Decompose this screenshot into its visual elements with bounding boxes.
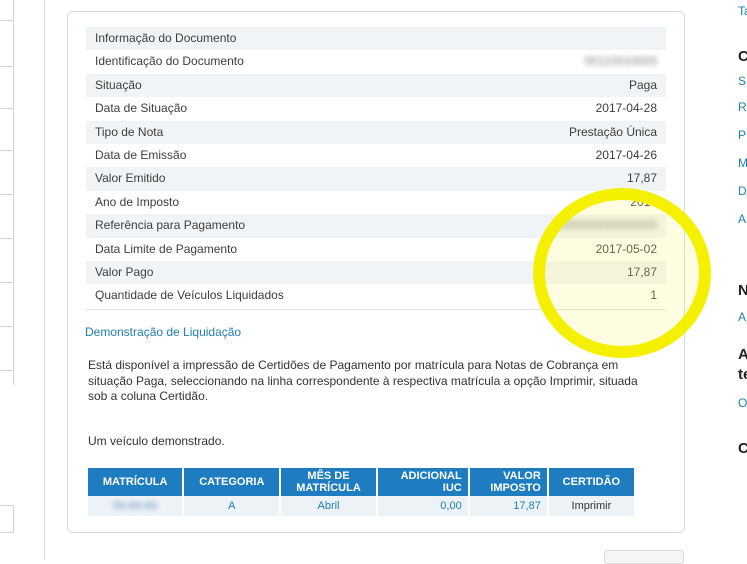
matricula-value[interactable]: 00-00-00 [113, 500, 157, 512]
info-value: Paga [628, 77, 657, 92]
right-sidebar-item: C [738, 440, 747, 457]
right-sidebar-item: A [738, 346, 747, 363]
info-row: Referência para Pagamento 000000000000000 [86, 214, 666, 238]
info-value: 17,87 [626, 264, 657, 279]
right-sidebar-item[interactable]: D [738, 184, 747, 198]
info-row: Ano de Imposto 2017 [86, 191, 666, 214]
info-row: Tipo de Nota Prestação Única [86, 120, 666, 144]
info-label: Data Limite de Pagamento [95, 241, 238, 256]
right-sidebar-item[interactable]: R [738, 100, 747, 114]
info-label: Data de Situação [95, 101, 188, 116]
header-certidao[interactable]: CERTIDÃO [548, 468, 634, 496]
info-label: Ano de Imposto [95, 194, 180, 209]
header-mes[interactable]: MÊS DE MATRÍCULA [281, 468, 378, 496]
right-sidebar-item[interactable]: A [738, 310, 746, 324]
left-form-column [0, 0, 14, 560]
imprimir-link[interactable]: Imprimir [548, 496, 634, 516]
info-label: Quantidade de Veículos Liquidados [95, 288, 284, 303]
column-divider [44, 0, 45, 560]
info-label: Referência para Pagamento [95, 218, 246, 233]
info-row: Data de Situação 2017-04-28 [86, 97, 666, 120]
info-label: Identificação do Documento [95, 54, 244, 69]
info-value: 2017-05-02 [595, 241, 657, 256]
info-row: Valor Pago 17,87 [86, 260, 666, 285]
info-label: Informação do Documento [95, 31, 237, 45]
header-adicional[interactable]: ADICIONAL IUC [377, 468, 470, 496]
info-row: Data de Emissão 2017-04-26 [86, 144, 666, 167]
cell-valor: 17,87 [469, 496, 549, 516]
info-label: Valor Pago [95, 264, 154, 279]
info-row: Quantidade de Veículos Liquidados 1 [86, 284, 666, 307]
liquidation-title[interactable]: Demonstração de Liquidação [85, 325, 241, 339]
right-sidebar-item[interactable]: M [738, 156, 747, 170]
cell-categoria: A [184, 496, 282, 516]
bottom-button[interactable] [604, 550, 684, 564]
right-sidebar-item[interactable]: S [738, 74, 746, 88]
document-info-table: Informação do Documento Identificação do … [86, 27, 666, 308]
info-label: Data de Emissão [95, 147, 187, 162]
header-matricula[interactable]: MATRÍCULA [88, 468, 185, 496]
info-row: Data Limite de Pagamento 2017-05-02 [86, 238, 666, 261]
info-label: Tipo de Nota [95, 124, 164, 139]
liquidation-paragraph: Está disponível a impressão de Certidões… [88, 358, 638, 403]
cell-adicional: 0,00 [377, 496, 470, 516]
info-value: 00110010000 [584, 54, 657, 69]
right-sidebar-item[interactable]: Ta [738, 4, 747, 18]
left-input-box[interactable] [0, 505, 14, 533]
liquidation-table: MATRÍCULA CATEGORIA MÊS DE MATRÍCULA ADICIO… [88, 468, 634, 516]
table-row: 00-00-00 A Abril 0,00 17,87 Imprimir [88, 496, 634, 516]
info-row: Valor Emitido 17,87 [86, 167, 666, 191]
info-value: 1 [650, 288, 657, 303]
header-categoria[interactable]: CATEGORIA [184, 468, 282, 496]
right-sidebar-item: te [738, 366, 747, 383]
right-sidebar-item[interactable]: P [738, 128, 746, 142]
right-sidebar-item[interactable]: A [738, 212, 746, 226]
info-row: Identificação do Documento 00110010000 [86, 50, 666, 73]
info-label: Valor Emitido [95, 171, 166, 186]
info-row: Situação Paga [86, 73, 666, 98]
right-sidebar-item[interactable]: O [738, 396, 747, 410]
info-value: 2017-04-26 [595, 147, 657, 162]
info-row: Informação do Documento [86, 27, 666, 51]
info-value: 2017-04-28 [595, 101, 657, 116]
header-valor[interactable]: VALOR IMPOSTO [469, 468, 549, 496]
cell-matricula[interactable]: 00-00-00 [88, 496, 185, 516]
section-divider [86, 309, 666, 310]
info-label: Situação [95, 77, 142, 92]
info-value: 000000000000000 [556, 218, 657, 233]
right-sidebar: TaCSRPMDANAAteOC [736, 0, 747, 560]
right-sidebar-item: N [738, 282, 747, 299]
vehicle-count-text: Um veículo demonstrado. [88, 434, 225, 448]
cell-mes: Abril [281, 496, 378, 516]
info-value: 2017 [630, 194, 657, 209]
right-sidebar-item: C [738, 48, 747, 65]
info-value: 17,87 [626, 171, 657, 186]
document-panel: Informação do Documento Identificação do … [67, 11, 685, 533]
info-value: Prestação Única [568, 124, 657, 139]
